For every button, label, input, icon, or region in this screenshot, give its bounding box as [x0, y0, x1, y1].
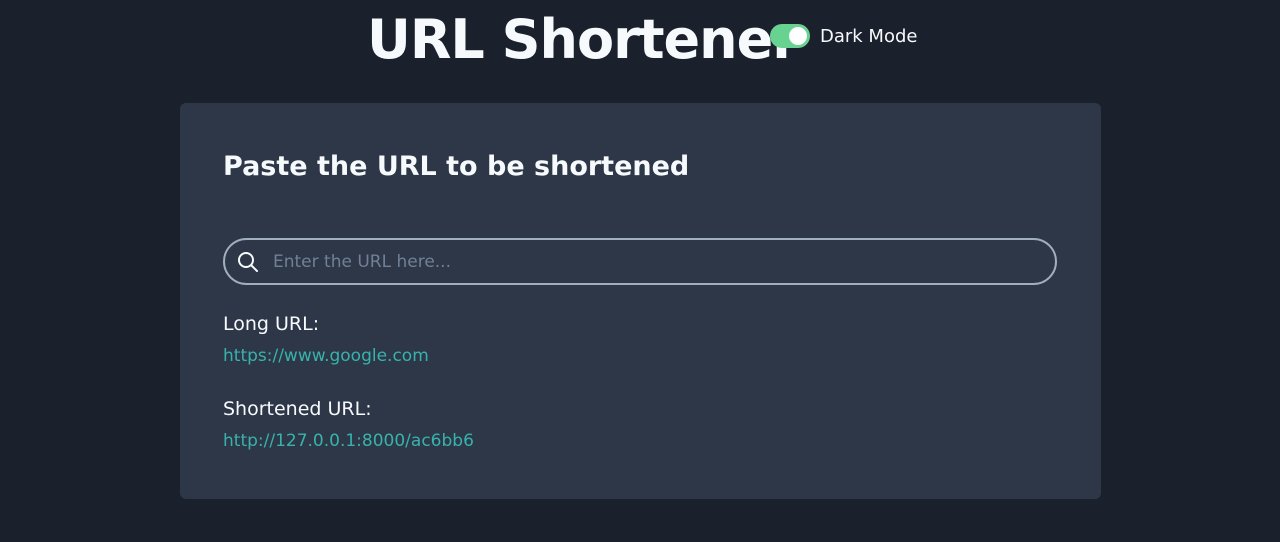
dark-mode-switch[interactable] — [770, 24, 810, 48]
short-url-label: Shortened URL: — [223, 398, 372, 420]
page-title: URL Shortener — [367, 8, 799, 71]
long-url-label: Long URL: — [223, 313, 320, 335]
url-input[interactable] — [273, 240, 1043, 283]
search-icon — [238, 252, 258, 272]
card-heading: Paste the URL to be shortened — [223, 151, 690, 182]
shortener-card: Paste the URL to be shortened Long URL: … — [180, 103, 1101, 499]
dark-mode-label: Dark Mode — [820, 25, 918, 47]
header: URL Shortener Dark Mode — [0, 0, 1280, 90]
short-url-link[interactable]: http://127.0.0.1:8000/ac6bb6 — [223, 431, 474, 451]
dark-mode-toggle[interactable]: Dark Mode — [770, 24, 917, 48]
long-url-link[interactable]: https://www.google.com — [223, 346, 429, 366]
switch-knob — [789, 27, 807, 45]
url-search-box[interactable] — [223, 238, 1057, 285]
